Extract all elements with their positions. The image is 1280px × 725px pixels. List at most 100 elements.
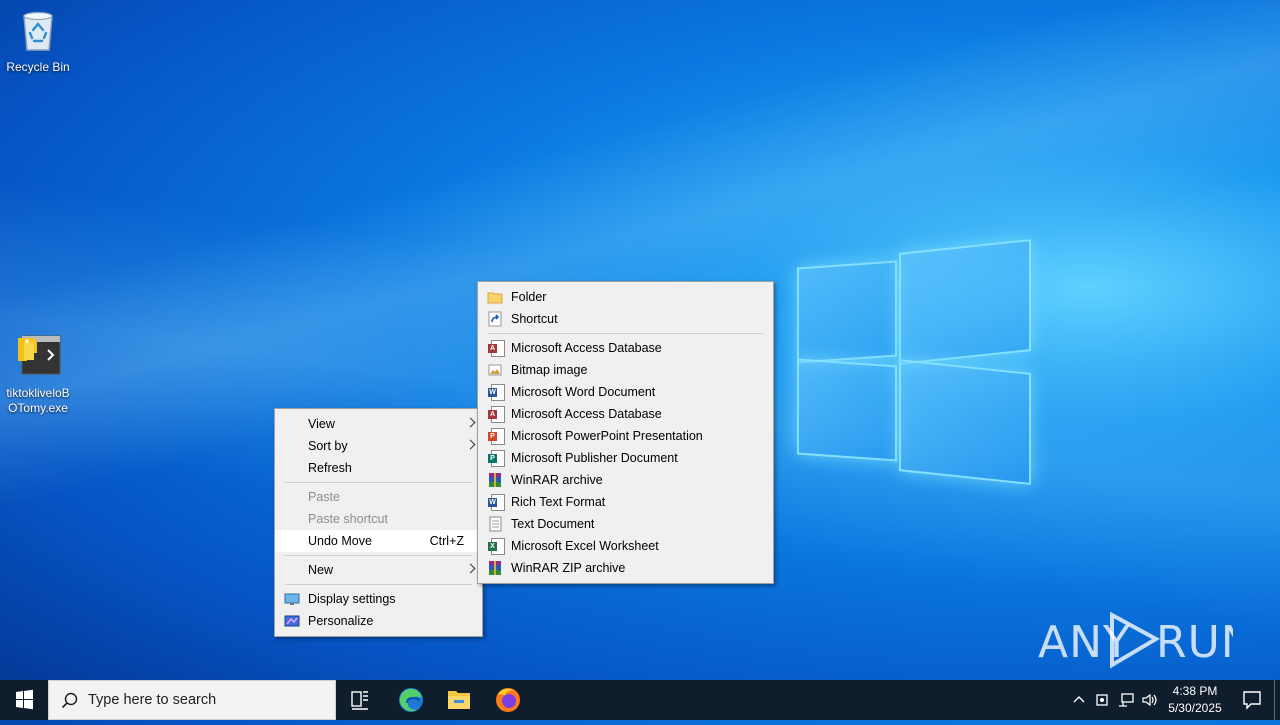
menu-item-label: Microsoft Excel Worksheet — [511, 539, 659, 553]
taskbar-firefox[interactable] — [484, 680, 532, 720]
desktop-icon-recycle-bin[interactable]: Recycle Bin — [0, 8, 76, 75]
menu-item-label: Text Document — [511, 517, 595, 531]
anyrun-logo: ANY RUN — [1038, 611, 1254, 669]
taskbar-file-explorer[interactable] — [435, 680, 483, 720]
menu-item-label: View — [308, 417, 335, 431]
menu-item-display-settings[interactable]: Display settings — [275, 588, 482, 610]
menu-item-undo-move[interactable]: Undo Move Ctrl+Z — [275, 530, 482, 552]
new-item-powerpoint[interactable]: P Microsoft PowerPoint Presentation — [478, 425, 773, 447]
new-item-word-document[interactable]: W Microsoft Word Document — [478, 381, 773, 403]
anyrun-watermark: ANY RUN — [1038, 607, 1254, 682]
start-button[interactable] — [0, 680, 48, 720]
network-icon[interactable] — [1118, 692, 1136, 708]
desktop-icon-label: Recycle Bin — [6, 60, 70, 74]
chevron-right-icon — [465, 417, 476, 428]
windows-start-icon — [16, 689, 33, 710]
recycle-bin-icon — [23, 11, 53, 51]
menu-item-label: Sort by — [308, 439, 348, 453]
taskbar-clock[interactable]: 4:38 PM 5/30/2025 — [1160, 683, 1230, 717]
chevron-up-icon[interactable] — [1072, 693, 1086, 707]
desktop-icon-exe[interactable]: tiktokliveloB OTomy.exe — [0, 330, 76, 416]
excel-icon: X — [488, 538, 505, 555]
menu-item-label: New — [308, 563, 334, 577]
text-doc-icon — [489, 516, 502, 532]
publisher-icon: P — [488, 450, 505, 467]
folder-icon — [487, 292, 503, 304]
menu-item-label: Paste — [308, 490, 340, 504]
notification-icon — [1243, 691, 1261, 710]
clock-date: 5/30/2025 — [1168, 701, 1222, 715]
menu-item-label: Personalize — [308, 614, 374, 628]
desktop-icon-label-line2: OTomy.exe — [8, 401, 68, 415]
menu-item-label: Refresh — [308, 461, 352, 475]
search-icon — [61, 692, 78, 709]
tray-app-icon[interactable] — [1095, 692, 1111, 708]
menu-item-sort-by[interactable]: Sort by — [275, 435, 482, 457]
firefox-icon — [496, 688, 520, 712]
new-item-shortcut[interactable]: Shortcut — [478, 308, 773, 330]
menu-item-label: WinRAR ZIP archive — [511, 561, 626, 575]
new-item-publisher[interactable]: P Microsoft Publisher Document — [478, 447, 773, 469]
access-icon: A — [488, 406, 505, 423]
task-view-button[interactable] — [336, 680, 384, 720]
menu-item-label: Microsoft Publisher Document — [511, 451, 678, 465]
edge-icon — [399, 688, 423, 712]
menu-item-label: Microsoft Access Database — [511, 407, 662, 421]
new-item-rich-text[interactable]: W Rich Text Format — [478, 491, 773, 513]
menu-separator — [285, 584, 472, 585]
action-center-button[interactable] — [1232, 680, 1272, 720]
desktop-context-menu: View Sort by Refresh Paste Paste shortcu… — [274, 408, 483, 637]
display-icon — [284, 593, 300, 605]
access-icon: A — [488, 340, 505, 357]
menu-item-label: Shortcut — [511, 312, 558, 326]
menu-item-personalize[interactable]: Personalize — [275, 610, 482, 632]
new-item-folder[interactable]: Folder — [478, 286, 773, 308]
menu-item-label: Display settings — [308, 592, 396, 606]
search-placeholder: Type here to search — [88, 692, 217, 708]
python-exe-icon — [18, 335, 61, 375]
menu-item-paste: Paste — [275, 486, 482, 508]
word-icon: W — [488, 384, 505, 401]
show-desktop-divider[interactable] — [1274, 680, 1275, 720]
menu-item-view[interactable]: View — [275, 413, 482, 435]
menu-item-label: Microsoft PowerPoint Presentation — [511, 429, 703, 443]
menu-item-label: Folder — [511, 290, 547, 304]
chevron-right-icon — [465, 563, 476, 574]
new-item-winrar-zip[interactable]: WinRAR ZIP archive — [478, 557, 773, 579]
powerpoint-icon: P — [488, 428, 505, 445]
new-item-excel[interactable]: X Microsoft Excel Worksheet — [478, 535, 773, 557]
new-item-bitmap-image[interactable]: Bitmap image — [478, 359, 773, 381]
menu-item-label: Rich Text Format — [511, 495, 606, 509]
new-item-access-database[interactable]: A Microsoft Access Database — [478, 337, 773, 359]
menu-item-label: Paste shortcut — [308, 512, 388, 526]
menu-separator — [488, 333, 763, 334]
svg-text:RUN: RUN — [1156, 617, 1233, 668]
taskbar-search-box[interactable]: Type here to search — [48, 680, 336, 720]
winrar-icon — [489, 473, 501, 487]
menu-item-shortcut: Ctrl+Z — [429, 534, 464, 548]
taskbar-edge[interactable] — [387, 680, 435, 720]
winrar-zip-icon — [489, 561, 501, 575]
menu-separator — [285, 555, 472, 556]
task-view-icon — [351, 691, 368, 710]
shortcut-icon — [488, 311, 502, 327]
rtf-icon: W — [488, 494, 505, 511]
clock-time: 4:38 PM — [1172, 684, 1218, 698]
system-tray — [1068, 680, 1160, 720]
menu-item-paste-shortcut: Paste shortcut — [275, 508, 482, 530]
menu-item-refresh[interactable]: Refresh — [275, 457, 482, 479]
new-submenu: Folder Shortcut A Microsoft Access Datab… — [477, 281, 774, 584]
new-item-winrar-archive[interactable]: WinRAR archive — [478, 469, 773, 491]
menu-item-label: Undo Move — [308, 534, 372, 548]
menu-item-label: Bitmap image — [511, 363, 588, 377]
menu-item-new[interactable]: New — [275, 559, 482, 581]
chevron-right-icon — [465, 439, 476, 450]
windows-logo-wallpaper — [795, 239, 1031, 485]
desktop-icon-label-line1: tiktokliveloB — [6, 386, 70, 400]
new-item-text-document[interactable]: Text Document — [478, 513, 773, 535]
new-item-access-database-2[interactable]: A Microsoft Access Database — [478, 403, 773, 425]
bitmap-icon — [488, 364, 502, 376]
menu-separator — [285, 482, 472, 483]
menu-item-label: WinRAR archive — [511, 473, 603, 487]
volume-icon[interactable] — [1141, 692, 1159, 708]
